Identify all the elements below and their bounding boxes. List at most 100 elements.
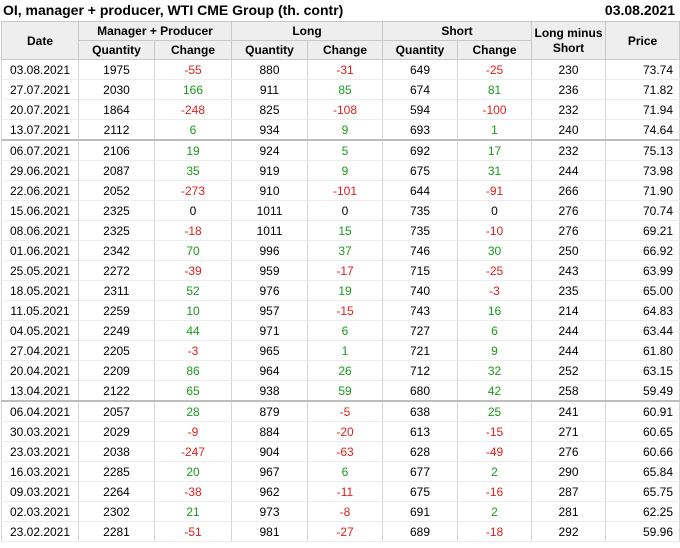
cell-long-change: 15 (306, 220, 384, 241)
cell-long-change: 85 (306, 79, 384, 100)
cell-long-minus-short: 230 (531, 59, 607, 80)
cell-mp-change: 52 (154, 280, 232, 301)
cell-mp-quantity: 2264 (78, 481, 155, 502)
cell-short-quantity: 638 (382, 400, 459, 422)
table-row: 15.06.2021 2325 0 1011 0 735 0 276 70.74 (1, 200, 680, 221)
cell-mp-change: 19 (154, 139, 232, 161)
cell-long-change: 59 (306, 380, 384, 402)
cell-date: 16.03.2021 (1, 461, 79, 482)
cell-mp-change: 86 (154, 360, 232, 381)
cell-price: 71.94 (605, 99, 680, 120)
cell-date: 02.03.2021 (1, 501, 79, 522)
cell-mp-quantity: 2112 (78, 119, 155, 141)
cell-mp-quantity: 2325 (78, 200, 155, 221)
cell-mp-change: 6 (154, 119, 232, 141)
cell-mp-change: 0 (154, 200, 232, 221)
col-long-change-header: Change (306, 40, 384, 60)
cell-mp-change: 10 (154, 300, 232, 321)
cell-mp-quantity: 2259 (78, 300, 155, 321)
table-row: 04.05.2021 2249 44 971 6 727 6 244 63.44 (1, 320, 680, 341)
cell-long-change: 6 (306, 461, 384, 482)
oi-table: Date Manager + Producer Long Short Long … (1, 21, 680, 542)
cell-long-quantity: 884 (231, 421, 308, 442)
cell-short-change: 30 (457, 240, 533, 261)
cell-long-minus-short: 244 (531, 160, 607, 181)
cell-long-minus-short: 292 (531, 521, 607, 542)
cell-short-quantity: 649 (382, 59, 459, 80)
cell-long-minus-short: 235 (531, 280, 607, 301)
col-date-header: Date (1, 21, 79, 60)
cell-price: 64.83 (605, 300, 680, 321)
cell-price: 75.13 (605, 139, 680, 161)
cell-mp-change: 20 (154, 461, 232, 482)
cell-short-quantity: 680 (382, 380, 459, 402)
cell-short-change: 9 (457, 340, 533, 361)
table-row: 29.06.2021 2087 35 919 9 675 31 244 73.98 (1, 160, 680, 181)
cell-price: 70.74 (605, 200, 680, 221)
cell-long-minus-short: 252 (531, 360, 607, 381)
cell-short-change: -25 (457, 59, 533, 80)
cell-short-change: -10 (457, 220, 533, 241)
cell-long-minus-short: 276 (531, 200, 607, 221)
col-long-quantity-header: Quantity (231, 40, 308, 60)
cell-mp-quantity: 2285 (78, 461, 155, 482)
cell-mp-quantity: 2087 (78, 160, 155, 181)
cell-long-minus-short: 244 (531, 320, 607, 341)
cell-long-quantity: 904 (231, 441, 308, 462)
cell-mp-quantity: 2122 (78, 380, 155, 402)
table-row: 18.05.2021 2311 52 976 19 740 -3 235 65.00 (1, 280, 680, 301)
cell-short-change: 2 (457, 501, 533, 522)
table-row: 25.05.2021 2272 -39 959 -17 715 -25 243 63.99 (1, 260, 680, 281)
cell-mp-quantity: 2342 (78, 240, 155, 261)
cell-long-minus-short: 243 (531, 260, 607, 281)
cell-mp-change: 44 (154, 320, 232, 341)
cell-long-change: -11 (306, 481, 384, 502)
cell-long-quantity: 981 (231, 521, 308, 542)
cell-short-change: -15 (457, 421, 533, 442)
cell-mp-quantity: 2057 (78, 400, 155, 422)
cell-mp-quantity: 2029 (78, 421, 155, 442)
table-row: 13.07.2021 2112 6 934 9 693 1 240 74.64 (1, 119, 680, 141)
cell-long-quantity: 967 (231, 461, 308, 482)
cell-mp-change: 28 (154, 400, 232, 422)
cell-mp-change: 70 (154, 240, 232, 261)
cell-date: 18.05.2021 (1, 280, 79, 301)
cell-long-quantity: 1011 (231, 200, 308, 221)
cell-short-quantity: 644 (382, 180, 459, 201)
cell-mp-quantity: 2281 (78, 521, 155, 542)
cell-long-change: 37 (306, 240, 384, 261)
cell-long-minus-short: 258 (531, 380, 607, 402)
cell-long-minus-short: 244 (531, 340, 607, 361)
cell-long-change: -27 (306, 521, 384, 542)
cell-long-quantity: 973 (231, 501, 308, 522)
cell-long-quantity: 879 (231, 400, 308, 422)
cell-long-change: -101 (306, 180, 384, 201)
cell-long-minus-short: 232 (531, 139, 607, 161)
cell-short-quantity: 613 (382, 421, 459, 442)
cell-short-quantity: 735 (382, 220, 459, 241)
col-price-header: Price (605, 21, 680, 60)
cell-date: 15.06.2021 (1, 200, 79, 221)
cell-long-minus-short: 241 (531, 400, 607, 422)
cell-short-quantity: 675 (382, 160, 459, 181)
table-row: 03.08.2021 1975 -55 880 -31 649 -25 230 73.74 (1, 59, 680, 80)
cell-long-minus-short: 250 (531, 240, 607, 261)
cell-short-quantity: 727 (382, 320, 459, 341)
cell-short-quantity: 692 (382, 139, 459, 161)
cell-short-change: -100 (457, 99, 533, 120)
cell-mp-quantity: 2249 (78, 320, 155, 341)
cell-long-minus-short: 240 (531, 119, 607, 141)
cell-mp-change: -273 (154, 180, 232, 201)
cell-long-change: 9 (306, 160, 384, 181)
cell-short-change: 25 (457, 400, 533, 422)
table-row: 02.03.2021 2302 21 973 -8 691 2 281 62.25 (1, 501, 680, 522)
cell-long-change: -20 (306, 421, 384, 442)
cell-price: 71.90 (605, 180, 680, 201)
table-row: 23.02.2021 2281 -51 981 -27 689 -18 292 59.96 (1, 521, 680, 542)
cell-long-change: 26 (306, 360, 384, 381)
table-row: 20.07.2021 1864 -248 825 -108 594 -100 232 71.94 (1, 99, 680, 120)
cell-long-quantity: 1011 (231, 220, 308, 241)
cell-short-change: 32 (457, 360, 533, 381)
cell-short-quantity: 746 (382, 240, 459, 261)
cell-mp-quantity: 2038 (78, 441, 155, 462)
